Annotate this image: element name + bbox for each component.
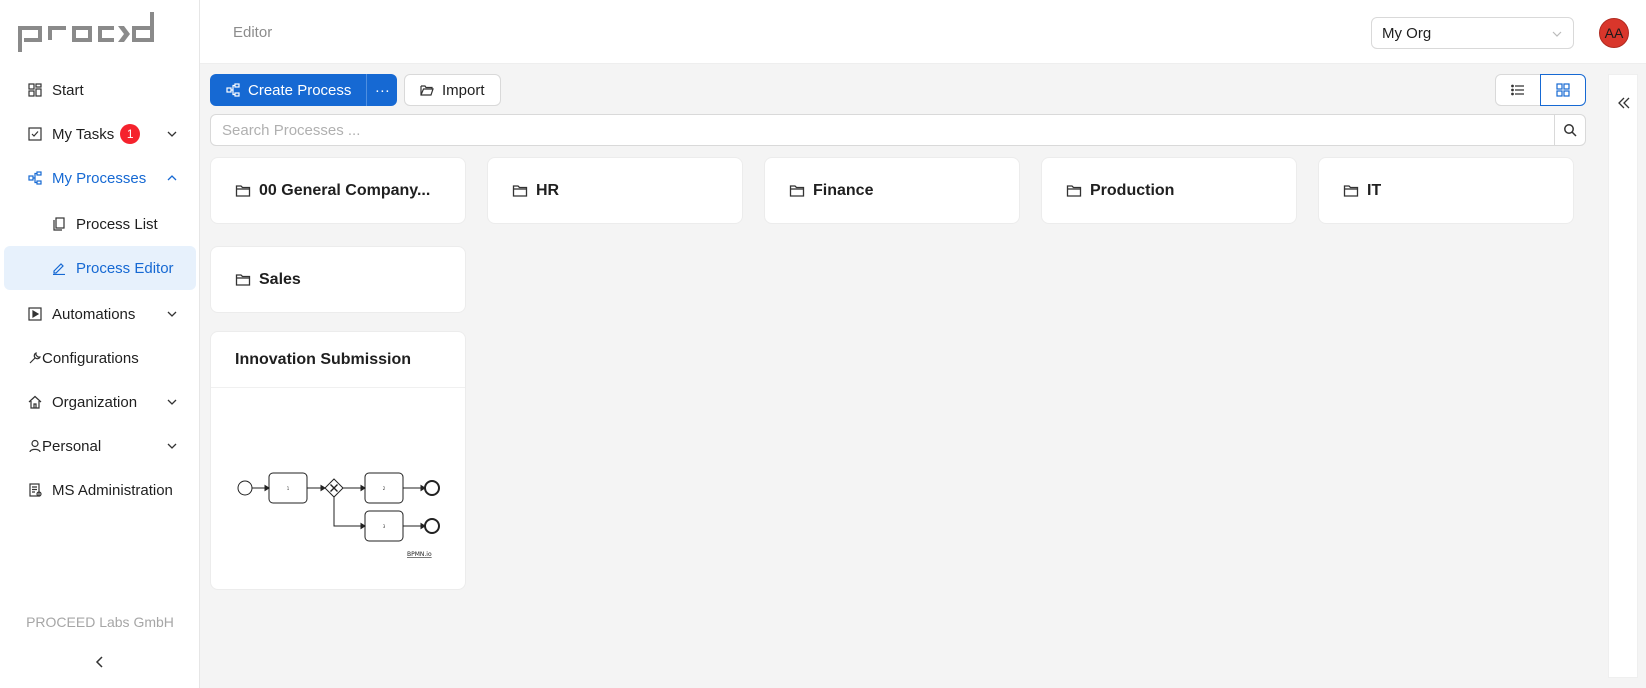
search-input[interactable] [211,115,1554,145]
create-process-label: Create Process [248,81,352,99]
bpmn-diagram-preview: 1 2 3 BPMN.io [237,472,440,558]
properties-panel-rail [1608,74,1638,678]
chevron-up-icon[interactable] [166,172,178,184]
folder-card[interactable]: Production [1041,157,1297,224]
folder-name: IT [1367,181,1382,199]
folder-name: Sales [259,270,301,288]
import-label: Import [442,81,485,99]
sidebar-item-label: Configurations [42,349,139,367]
chevron-down-icon[interactable] [166,440,178,452]
chevron-down-icon[interactable] [166,308,178,320]
check-square-icon [28,127,42,141]
sidebar-item-label: Automations [52,305,136,323]
create-process-button[interactable]: Create Process [210,74,367,106]
search-bar [210,114,1586,146]
sidebar-item-label: Organization [52,393,138,411]
process-card[interactable]: Innovation Submission 1 2 3 BPMN.io [210,331,466,590]
sidebar-item-configurations[interactable]: Configurations [0,336,200,380]
folder-icon [1343,184,1359,197]
folder-name: Finance [813,181,874,199]
folder-open-icon [420,85,434,96]
bpmn-io-watermark: BPMN.io [407,551,432,558]
top-header: Editor My Org AA [200,0,1646,64]
task-count-badge: 1 [120,124,141,144]
audit-icon [28,483,42,497]
proceed-logo[interactable] [18,10,182,54]
list-icon [1511,84,1524,96]
folder-name: 00 General Company... [259,181,431,199]
copy-icon [52,217,66,231]
sidebar-item-my-processes[interactable]: My Processes [0,156,200,200]
expand-panel-icon[interactable] [1616,95,1632,111]
diagram-task-label: 2 [383,486,386,491]
diagram-task-label: 1 [287,486,290,491]
search-button[interactable] [1554,115,1585,145]
chevron-down-icon[interactable] [166,128,178,140]
grid-view-button[interactable] [1540,74,1586,106]
folder-icon [235,273,251,286]
tool-icon [28,351,42,365]
sidebar-item-organization[interactable]: Organization [0,380,200,424]
sidebar-item-automations[interactable]: Automations [0,292,200,336]
sidebar-item-label: Process List [76,215,158,233]
collapse-sidebar-icon[interactable] [92,654,108,670]
folder-icon [235,184,251,197]
org-select[interactable]: My Org [1371,17,1574,49]
folder-card[interactable]: HR [487,157,743,224]
play-square-icon [28,307,42,321]
folder-card[interactable]: Sales [210,246,466,313]
folder-name: HR [536,181,560,199]
sidebar-item-label: My Processes [52,169,147,187]
list-view-button[interactable] [1495,74,1541,106]
footer-company-name: PROCEED Labs GmbH [26,614,174,630]
search-icon [1564,124,1577,137]
import-button[interactable]: Import [404,74,501,106]
create-process-more-button[interactable]: ··· [366,74,398,106]
user-icon [28,439,42,453]
sidebar-item-ms-administration[interactable]: MS Administration [0,468,200,512]
sidebar-item-label: Process Editor [76,259,174,277]
folder-icon [789,184,805,197]
folder-card[interactable]: 00 General Company... [210,157,466,224]
sidebar-item-label: Personal [42,437,102,455]
sidebar-item-my-tasks[interactable]: My Tasks 1 [0,112,200,156]
sidebar-item-label: Start [52,81,84,99]
view-mode-toggle [1495,74,1586,106]
sidebar: Start My Tasks 1 My Processes Process Li… [0,0,200,688]
sidebar-item-personal[interactable]: Personal [0,424,200,468]
org-select-value: My Org [1382,24,1432,42]
home-icon [28,395,42,409]
dashboard-icon [28,83,42,97]
sidebar-item-process-list[interactable]: Process List [0,202,200,246]
process-name: Innovation Submission [211,332,465,388]
avatar[interactable]: AA [1599,18,1629,48]
folder-icon [512,184,528,197]
diagram-task-label: 3 [383,524,386,529]
sidebar-item-label: My Tasks [52,125,115,143]
sidebar-item-process-editor[interactable]: Process Editor [4,246,196,290]
create-process-button-group: Create Process ··· [210,74,398,106]
grid-icon [1556,83,1570,97]
partition-icon [226,83,240,97]
sidebar-item-start[interactable]: Start [0,68,200,112]
chevron-down-icon [1552,31,1562,37]
folder-icon [1066,184,1082,197]
sidebar-item-label: MS Administration [52,481,173,499]
folder-card[interactable]: IT [1318,157,1574,224]
partition-icon [28,171,42,185]
page-title: Editor [233,24,273,41]
chevron-down-icon[interactable] [166,396,178,408]
edit-icon [52,261,66,275]
folder-card[interactable]: Finance [764,157,1020,224]
folder-name: Production [1090,181,1175,199]
